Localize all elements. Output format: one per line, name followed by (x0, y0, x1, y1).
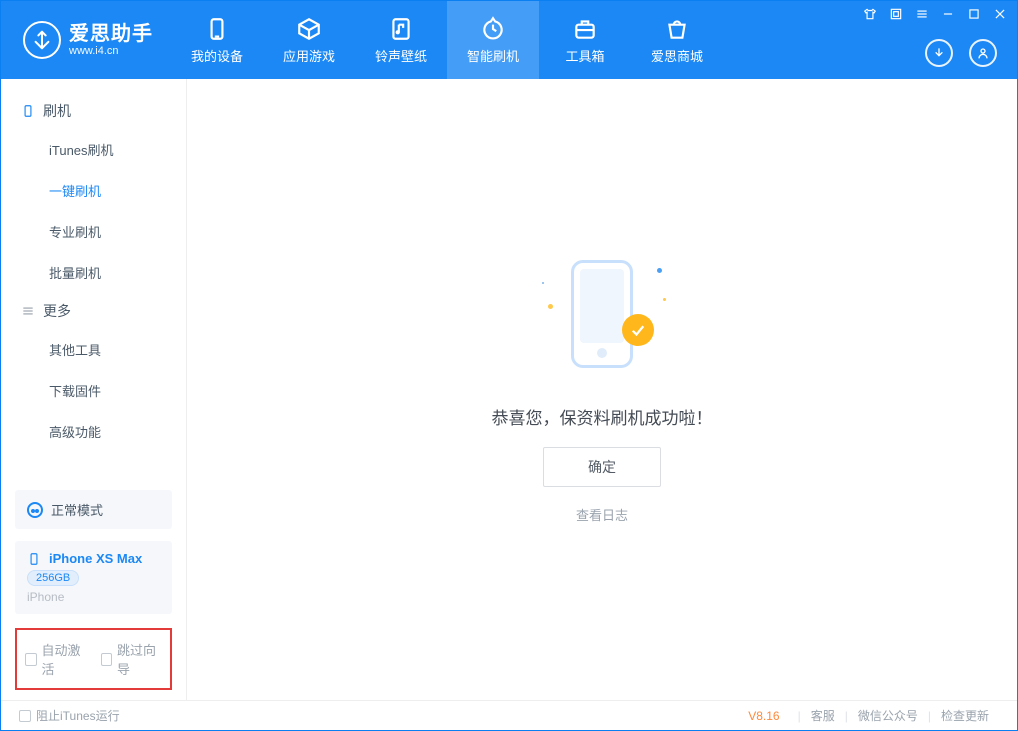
sidebar-item-itunes-flash[interactable]: iTunes刷机 (1, 129, 186, 170)
auto-activate-checkbox[interactable]: 自动激活 (25, 640, 87, 678)
checkbox-label: 自动激活 (42, 640, 87, 678)
checkbox-icon (19, 710, 31, 722)
checkbox-label: 阻止iTunes运行 (36, 707, 120, 724)
lock-icon[interactable] (889, 7, 903, 21)
sidebar-item-other-tools[interactable]: 其他工具 (1, 329, 186, 370)
mode-icon (27, 502, 43, 518)
checkbox-icon (101, 653, 113, 666)
sidebar-item-pro-flash[interactable]: 专业刷机 (1, 211, 186, 252)
success-illustration (542, 256, 662, 386)
customer-service-link[interactable]: 客服 (801, 707, 845, 724)
logo-icon (23, 21, 61, 59)
header-right-icons (925, 39, 997, 67)
menu-icon[interactable] (915, 7, 929, 21)
result-panel: 恭喜您，保资料刷机成功啦！ 确定 查看日志 (492, 256, 713, 524)
nav-smart-flash[interactable]: 智能刷机 (447, 1, 539, 79)
app-name: 爱思助手 (69, 23, 153, 45)
nav-toolbox[interactable]: 工具箱 (539, 1, 631, 79)
checkbox-icon (25, 653, 37, 666)
mode-label: 正常模式 (51, 500, 103, 519)
mode-card[interactable]: 正常模式 (15, 490, 172, 529)
success-message: 恭喜您，保资料刷机成功啦！ (492, 404, 713, 429)
nav-store[interactable]: 爱思商城 (631, 1, 723, 79)
sidebar-section-more: 更多 (1, 293, 186, 329)
user-button[interactable] (969, 39, 997, 67)
flash-options-box: 自动激活 跳过向导 (15, 628, 172, 690)
status-bar: 阻止iTunes运行 V8.16 | 客服 | 微信公众号 | 检查更新 (1, 700, 1017, 730)
download-button[interactable] (925, 39, 953, 67)
version-label: V8.16 (748, 709, 779, 723)
device-name: iPhone XS Max (49, 551, 142, 566)
nav-label: 我的设备 (191, 46, 243, 65)
minimize-button[interactable] (941, 7, 955, 21)
shirt-icon[interactable] (863, 7, 877, 21)
block-itunes-checkbox[interactable]: 阻止iTunes运行 (19, 707, 120, 724)
device-card[interactable]: iPhone XS Max 256GB iPhone (15, 541, 172, 614)
sidebar-item-download-firmware[interactable]: 下载固件 (1, 370, 186, 411)
phone-icon (27, 552, 41, 566)
sidebar-section-flash: 刷机 (1, 93, 186, 129)
window-controls (863, 7, 1007, 21)
check-icon (622, 314, 654, 346)
nav-label: 应用游戏 (283, 46, 335, 65)
app-domain: www.i4.cn (69, 45, 153, 57)
sidebar-item-advanced[interactable]: 高级功能 (1, 411, 186, 452)
nav-ringtones-wallpapers[interactable]: 铃声壁纸 (355, 1, 447, 79)
device-type: iPhone (27, 590, 64, 604)
close-button[interactable] (993, 7, 1007, 21)
sidebar: 刷机 iTunes刷机 一键刷机 专业刷机 批量刷机 更多 其他工具 下载固件 … (1, 79, 187, 700)
nav-label: 工具箱 (565, 46, 604, 65)
confirm-button[interactable]: 确定 (543, 447, 661, 487)
app-header: 爱思助手 www.i4.cn 我的设备 应用游戏 铃声壁纸 智能刷机 工具箱 爱… (1, 1, 1017, 79)
maximize-button[interactable] (967, 7, 981, 21)
device-storage: 256GB (27, 570, 79, 586)
app-logo: 爱思助手 www.i4.cn (1, 1, 171, 79)
nav-label: 铃声壁纸 (375, 46, 427, 65)
nav-apps-games[interactable]: 应用游戏 (263, 1, 355, 79)
check-update-link[interactable]: 检查更新 (931, 707, 999, 724)
nav-label: 智能刷机 (467, 46, 519, 65)
main-content: 恭喜您，保资料刷机成功啦！ 确定 查看日志 (187, 79, 1017, 700)
top-nav: 我的设备 应用游戏 铃声壁纸 智能刷机 工具箱 爱思商城 (171, 1, 723, 79)
wechat-link[interactable]: 微信公众号 (848, 707, 928, 724)
sidebar-item-batch-flash[interactable]: 批量刷机 (1, 252, 186, 293)
nav-my-device[interactable]: 我的设备 (171, 1, 263, 79)
checkbox-label: 跳过向导 (117, 640, 162, 678)
sidebar-section-title: 刷机 (43, 101, 71, 121)
skip-guide-checkbox[interactable]: 跳过向导 (101, 640, 163, 678)
view-log-link[interactable]: 查看日志 (576, 505, 628, 524)
sidebar-item-oneclick-flash[interactable]: 一键刷机 (1, 170, 186, 211)
sidebar-section-title: 更多 (43, 301, 71, 321)
nav-label: 爱思商城 (651, 46, 703, 65)
